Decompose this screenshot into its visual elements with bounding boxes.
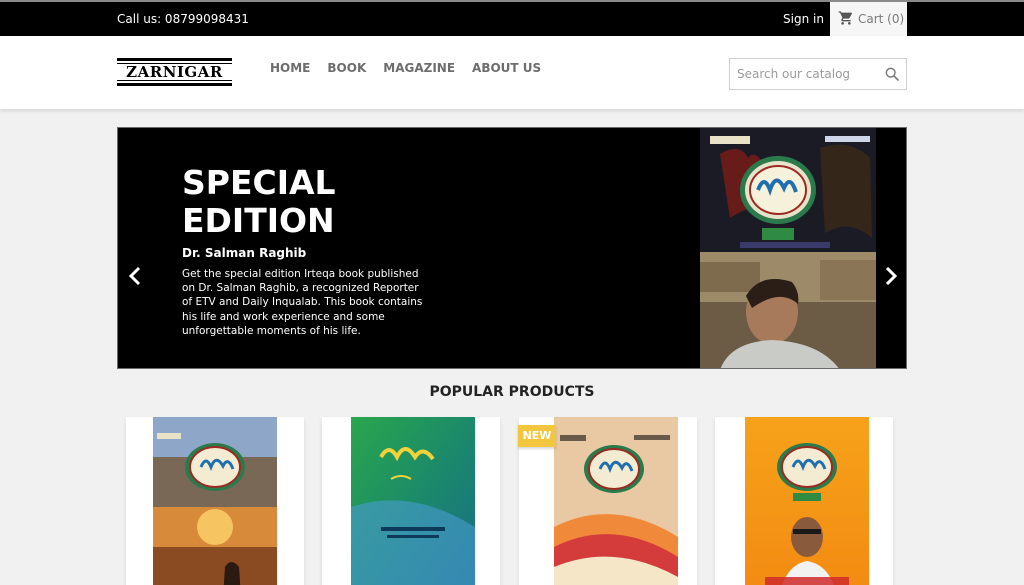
hero-carousel: SPECIAL EDITION Dr. Salman Raghib Get th… bbox=[117, 127, 907, 369]
nav-book[interactable]: BOOK bbox=[327, 61, 366, 75]
chevron-left-icon[interactable] bbox=[127, 266, 143, 286]
main-nav: HOME BOOK MAGAZINE ABOUT US bbox=[270, 61, 541, 75]
product-card[interactable] bbox=[126, 417, 304, 585]
new-badge: NEW bbox=[518, 425, 556, 447]
product-cover-image bbox=[351, 417, 475, 585]
search-icon[interactable] bbox=[884, 66, 900, 82]
cart-label: Cart (0) bbox=[858, 12, 905, 26]
logo-text: ZARNIGAR bbox=[117, 63, 232, 81]
sign-in-link[interactable]: Sign in bbox=[783, 12, 824, 26]
slide-description: Get the special edition Irteqa book publ… bbox=[182, 268, 423, 337]
shopping-cart-icon bbox=[838, 11, 853, 25]
contact-phone: Call us: 08799098431 bbox=[117, 12, 249, 26]
product-card[interactable] bbox=[715, 417, 893, 585]
slide-book-cover bbox=[700, 128, 876, 252]
cart-button[interactable]: Cart (0) bbox=[830, 2, 907, 36]
nav-magazine[interactable]: MAGAZINE bbox=[383, 61, 455, 75]
chevron-right-icon[interactable] bbox=[883, 266, 899, 286]
product-cover-image bbox=[554, 417, 678, 585]
search-input[interactable] bbox=[730, 59, 880, 89]
product-cover-image bbox=[745, 417, 869, 585]
site-logo[interactable]: ZARNIGAR bbox=[117, 58, 232, 86]
product-card[interactable] bbox=[322, 417, 500, 585]
header: ZARNIGAR HOME BOOK MAGAZINE ABOUT US bbox=[0, 36, 1024, 109]
slide-title: SPECIAL EDITION bbox=[182, 163, 336, 240]
search-box bbox=[729, 58, 907, 90]
nav-about-us[interactable]: ABOUT US bbox=[472, 61, 541, 75]
product-cover-image bbox=[153, 417, 277, 585]
top-bar: Call us: 08799098431 Sign in Cart (0) bbox=[0, 0, 1024, 36]
slide-author-photo bbox=[700, 252, 876, 368]
popular-products-title: POPULAR PRODUCTS bbox=[429, 384, 595, 400]
nav-home[interactable]: HOME bbox=[270, 61, 310, 75]
slide-subtitle: Dr. Salman Raghib bbox=[182, 246, 307, 260]
